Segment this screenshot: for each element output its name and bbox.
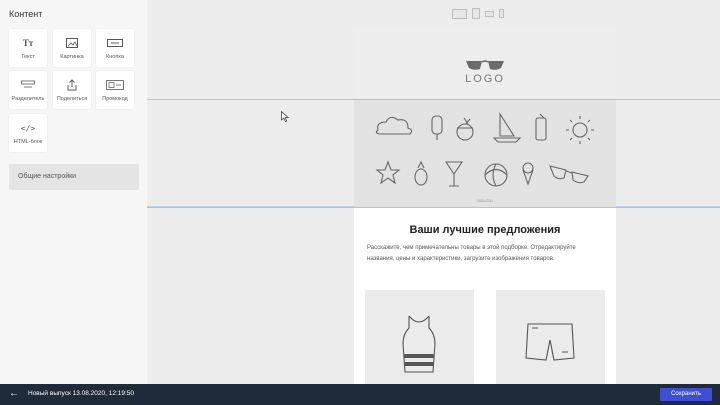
image-icon	[53, 36, 91, 50]
block-label: Кнопка	[106, 54, 124, 60]
block-label: Разделитель	[11, 96, 45, 102]
tablet-landscape-icon[interactable]	[485, 10, 494, 17]
block-html[interactable]: </> HTML-блок	[9, 114, 47, 152]
selection-top-line	[147, 99, 720, 100]
share-icon	[53, 78, 91, 92]
block-label: HTML-блок	[13, 139, 43, 145]
issue-title: Новый выпуск 13.08.2020, 12:19:50	[28, 390, 135, 397]
block-text[interactable]: Tт Текст	[9, 29, 47, 67]
desktop-icon[interactable]	[452, 8, 467, 19]
block-button[interactable]: Кнопка	[96, 29, 134, 67]
divider-icon	[9, 78, 47, 92]
block-promocode[interactable]: Промокод	[96, 71, 134, 109]
block-label: Текст	[21, 54, 35, 60]
summer-icons-illustration	[375, 112, 594, 187]
content-panel: Контент Tт Текст Картинка Кнопка Раздели…	[0, 0, 147, 384]
mobile-icon[interactable]	[499, 9, 504, 18]
logo-text: LOGO	[465, 73, 505, 85]
save-button[interactable]: Сохранить	[660, 388, 712, 401]
block-label: Картинка	[60, 54, 84, 60]
panel-title: Контент	[9, 9, 43, 19]
sunglasses-logo-icon	[466, 60, 504, 70]
block-label: Промокод	[102, 96, 128, 102]
promocode-icon	[96, 78, 134, 92]
block-divider[interactable]: Разделитель	[9, 71, 47, 109]
selection-bottom-line	[147, 207, 720, 208]
logo-block[interactable]: LOGO	[354, 28, 616, 99]
text-icon: Tт	[22, 38, 34, 48]
editor-canvas: LOGO 580x250 Ваши лучшие предложения Рас…	[147, 28, 720, 384]
general-settings-button[interactable]: Общие настройки	[9, 164, 139, 190]
banner-image[interactable]: 580x250	[354, 100, 616, 207]
block-image[interactable]: Картинка	[53, 29, 91, 67]
bottom-bar: ← Новый выпуск 13.08.2020, 12:19:50 Сохр…	[0, 384, 720, 405]
tablet-icon[interactable]	[472, 8, 480, 19]
general-settings-label: Общие настройки	[18, 173, 77, 180]
button-icon	[96, 36, 134, 50]
block-label: Поделиться	[56, 96, 88, 102]
device-switcher	[452, 8, 504, 19]
mouse-pointer-icon	[281, 111, 289, 122]
back-arrow-icon[interactable]: ←	[9, 388, 19, 400]
block-share[interactable]: Поделиться	[53, 71, 91, 109]
code-icon: </>	[20, 123, 36, 133]
banner-size-label: 580x250	[477, 198, 493, 203]
